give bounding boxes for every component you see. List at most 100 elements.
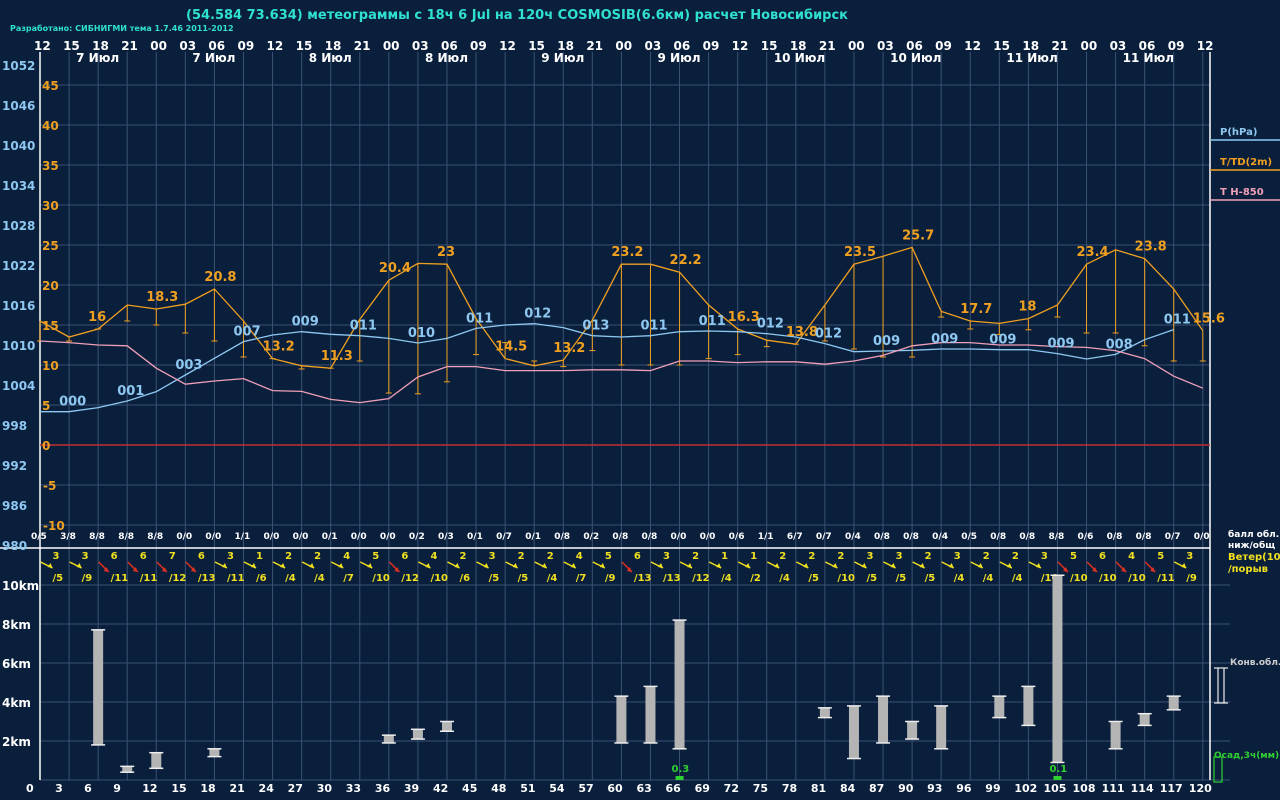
time-tick-label: 12 [34, 39, 51, 53]
hour-tick-label: 6 [84, 782, 92, 795]
wind-gust: /4 [721, 573, 732, 584]
conv-cloud-bar [1110, 721, 1121, 749]
wind-gust: /9 [82, 573, 93, 584]
wind-speed: 2 [837, 551, 844, 562]
legend-t850: T H-850 [1220, 187, 1264, 198]
cloud-legend-2: ниж/общ [1228, 540, 1275, 551]
hour-tick-label: 66 [666, 782, 682, 795]
wind-speed: 5 [605, 551, 612, 562]
pressure-tick-label: 1016 [2, 299, 35, 313]
hour-tick-label: 45 [462, 782, 477, 795]
temp-tick-label: 0 [42, 439, 50, 453]
hour-tick-label: 39 [404, 782, 419, 795]
pressure-tick-label: 1034 [2, 179, 35, 193]
cloud-cover-label: 1/1 [758, 532, 774, 542]
precip-bar [675, 776, 684, 780]
conv-cloud-bar [674, 620, 685, 749]
wind-gust: /5 [866, 573, 877, 584]
pressure-tick-label: 1010 [2, 339, 35, 353]
conv-cloud-bar [936, 705, 947, 749]
pressure-value-label: 011 [699, 314, 726, 329]
temp-value-label: 23.2 [611, 245, 643, 260]
wind-gust: /5 [53, 573, 64, 584]
wind-speed: 4 [576, 551, 583, 562]
pressure-tick-label: 1022 [2, 259, 35, 273]
date-label: 8 Июл [425, 51, 468, 65]
hour-tick-label: 60 [607, 782, 623, 795]
cloud-cover-label: 0/8 [1107, 532, 1123, 542]
cloud-cover-label: 0/4 [845, 532, 861, 542]
hour-tick-label: 12 [142, 782, 157, 795]
time-tick-label: 21 [354, 39, 371, 53]
cloud-cover-label: 0/2 [409, 532, 425, 542]
hour-tick-label: 48 [491, 782, 506, 795]
pressure-value-label: 013 [582, 319, 609, 334]
cloud-cover-label: 6/7 [787, 532, 803, 542]
temp-value-label: 14.5 [495, 340, 527, 355]
pressure-tick-label: 986 [2, 499, 27, 513]
height-tick-label: 10km [2, 579, 39, 593]
cloud-cover-label: 0/1 [322, 532, 338, 542]
cloud-cover-label: 0/8 [1019, 532, 1035, 542]
pressure-value-label: 009 [873, 334, 900, 349]
temp-value-label: 25.7 [902, 228, 934, 243]
wind-legend: Ветер(10м) [1228, 552, 1280, 563]
cloud-cover-label: 0/8 [554, 532, 570, 542]
temp-value-label: 23 [437, 245, 455, 260]
conv-cloud-bar [1168, 696, 1179, 710]
height-tick-label: 6km [2, 657, 31, 671]
wind-speed: 2 [692, 551, 699, 562]
hour-tick-label: 102 [1014, 782, 1037, 795]
cloud-cover-label: 0/1 [525, 532, 541, 542]
hour-tick-label: 93 [927, 782, 942, 795]
wind-speed: 2 [1012, 551, 1019, 562]
wind-speed: 1 [256, 551, 263, 562]
temp-tick-label: -10 [43, 519, 65, 533]
cloud-cover-label: 8/8 [1048, 532, 1064, 542]
temp-value-label: 23.8 [1135, 240, 1167, 255]
wind-gust: /5 [518, 573, 529, 584]
time-tick-label: 00 [1081, 39, 1098, 53]
cloud-cover-label: 0/0 [1194, 532, 1210, 542]
wind-gust: /10 [372, 573, 390, 584]
cloud-cover-label: 0/7 [816, 532, 832, 542]
wind-gust: /5 [896, 573, 907, 584]
hour-tick-label: 120 [1189, 782, 1212, 795]
hour-tick-label: 54 [549, 782, 565, 795]
cloud-cover-label: 0/0 [176, 532, 192, 542]
hour-tick-label: 21 [229, 782, 244, 795]
cloud-legend: балл обл. [1228, 529, 1279, 540]
time-tick-label: 21 [586, 39, 603, 53]
temp-tick-label: 45 [42, 79, 59, 93]
conv-cloud-bar [151, 752, 162, 769]
temp-value-label: 13.2 [263, 340, 295, 355]
pressure-value-label: 011 [1164, 313, 1191, 328]
date-label: 9 Июл [541, 51, 584, 65]
pressure-tick-label: 1040 [2, 139, 35, 153]
wind-speed: 3 [82, 551, 89, 562]
date-label: 9 Июл [658, 51, 701, 65]
wind-speed: 6 [198, 551, 205, 562]
wind-speed: 1 [750, 551, 757, 562]
hour-tick-label: 69 [695, 782, 710, 795]
cloud-cover-label: 0/8 [641, 532, 657, 542]
pressure-value-label: 007 [233, 325, 260, 340]
hour-tick-label: 117 [1160, 782, 1183, 795]
wind-speed: 2 [285, 551, 292, 562]
conv-cloud-bar [907, 721, 918, 740]
temp-value-label: 16.3 [728, 310, 760, 325]
wind-speed: 3 [866, 551, 873, 562]
wind-gust: /5 [489, 573, 500, 584]
time-tick-label: 21 [121, 39, 138, 53]
conv-cloud-bar [994, 696, 1005, 718]
wind-gust: /4 [1012, 573, 1023, 584]
pressure-value-label: 009 [931, 332, 958, 347]
conv-cloud-bar [383, 735, 394, 743]
wind-gust: /13 [198, 573, 216, 584]
wind-gust: /5 [925, 573, 936, 584]
temp-tick-label: 25 [42, 239, 59, 253]
hour-tick-label: 105 [1043, 782, 1066, 795]
wind-speed: 2 [925, 551, 932, 562]
wind-speed: 5 [372, 551, 379, 562]
pressure-tick-label: 1046 [2, 99, 35, 113]
